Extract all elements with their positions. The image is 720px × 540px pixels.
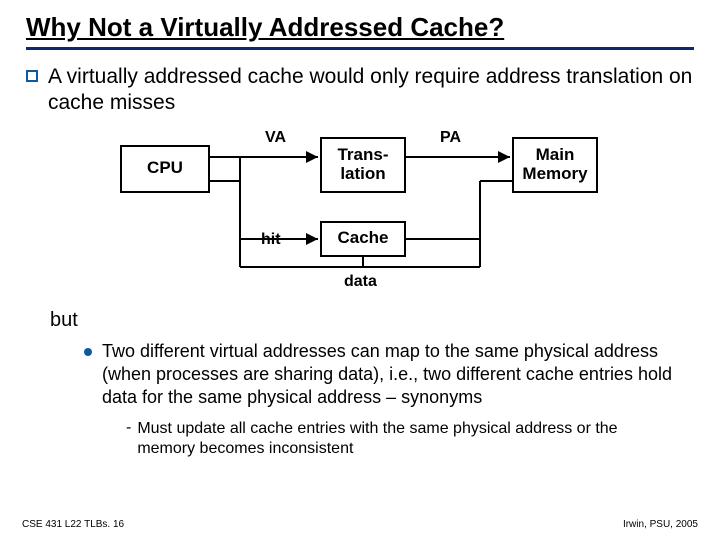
dash-bullet-icon: - — [126, 419, 131, 437]
cpu-box: CPU — [120, 145, 210, 193]
pa-label: PA — [440, 129, 461, 147]
translation-box: Trans- lation — [320, 137, 406, 193]
main-memory-box: Main Memory — [512, 137, 598, 193]
main-bullet-row: A virtually addressed cache would only r… — [26, 64, 694, 117]
footer-left: CSE 431 L22 TLBs. 16 — [22, 519, 124, 530]
square-bullet-icon — [26, 70, 38, 82]
slide-title: Why Not a Virtually Addressed Cache? — [26, 12, 694, 50]
diagram: CPU Trans- lation Main Memory Cache VA P… — [110, 127, 610, 297]
circle-bullet-icon — [84, 348, 92, 356]
sub-bullet-text: Two different virtual addresses can map … — [102, 340, 690, 409]
footer-right: Irwin, PSU, 2005 — [623, 519, 698, 530]
hit-label: hit — [261, 231, 281, 249]
sub-bullet-row: Two different virtual addresses can map … — [84, 340, 690, 409]
va-label: VA — [265, 129, 286, 147]
cache-box: Cache — [320, 221, 406, 257]
data-label: data — [344, 273, 377, 291]
dash-bullet-row: - Must update all cache entries with the… — [126, 419, 674, 461]
but-label: but — [50, 309, 694, 332]
main-bullet-text: A virtually addressed cache would only r… — [48, 64, 694, 117]
dash-bullet-text: Must update all cache entries with the s… — [137, 419, 674, 461]
